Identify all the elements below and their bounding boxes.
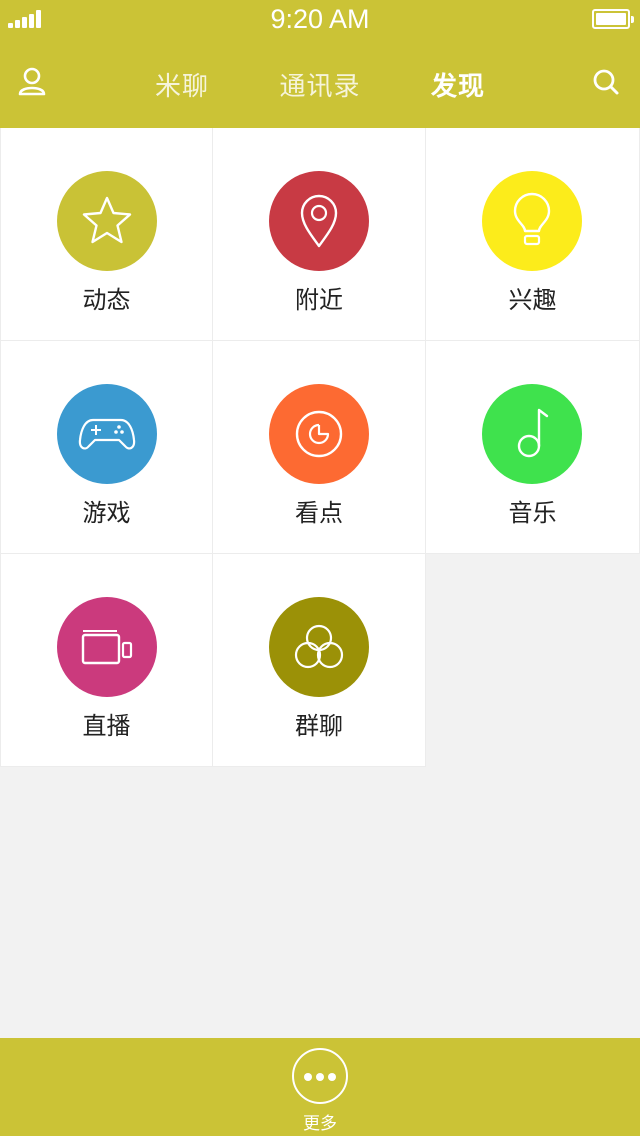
music-note-icon <box>482 384 582 484</box>
more-label[interactable]: 更多 <box>0 1109 640 1134</box>
feature-qunliao[interactable]: 群聊 <box>213 554 426 767</box>
feature-youxi[interactable]: 游戏 <box>0 341 213 554</box>
status-time: 9:20 AM <box>270 4 370 34</box>
feature-zhibo[interactable]: 直播 <box>0 554 213 767</box>
location-pin-icon <box>269 171 369 271</box>
group-circles-icon <box>269 597 369 697</box>
lightbulb-icon <box>482 171 582 271</box>
feature-kandian[interactable]: 看点 <box>213 341 426 554</box>
video-camera-icon <box>57 597 157 697</box>
star-icon <box>57 171 157 271</box>
feature-label: 看点 <box>295 499 343 527</box>
bottom-bar: 更多 <box>0 1038 640 1136</box>
more-dots-icon[interactable] <box>292 1048 348 1104</box>
feature-yinyue[interactable]: 音乐 <box>426 341 640 554</box>
feature-label: 音乐 <box>508 499 557 527</box>
tab-contacts[interactable]: 通讯录 <box>250 66 390 103</box>
feature-label: 动态 <box>82 286 131 314</box>
feature-xingqu[interactable]: 兴趣 <box>426 128 640 341</box>
feature-label: 群聊 <box>295 712 343 740</box>
tab-miliao[interactable]: 米聊 <box>112 66 252 103</box>
tab-bar: 米聊 通讯录 发现 <box>0 40 640 128</box>
battery-icon <box>592 9 634 29</box>
feature-label: 附近 <box>295 286 343 314</box>
feature-dongtai[interactable]: 动态 <box>0 128 213 341</box>
status-bar: 9:20 AM <box>0 0 640 40</box>
tab-discover[interactable]: 发现 <box>388 66 528 103</box>
search-icon[interactable] <box>586 62 626 102</box>
feature-fujin[interactable]: 附近 <box>213 128 426 341</box>
feature-label: 游戏 <box>82 499 131 527</box>
feature-label: 直播 <box>82 712 131 740</box>
feature-grid: 动态 附近 兴趣 游戏 看点 音乐 直播 群聊 <box>0 128 640 768</box>
pie-chart-icon <box>269 384 369 484</box>
gamepad-icon <box>57 384 157 484</box>
feature-label: 兴趣 <box>508 286 557 314</box>
nav-bar: 米聊 通讯录 发现 <box>0 40 640 128</box>
app-header: 9:20 AM 米聊 通讯录 发现 <box>0 0 640 128</box>
